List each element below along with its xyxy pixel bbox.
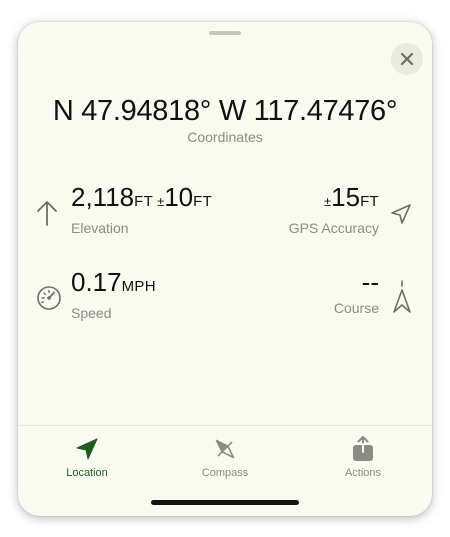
course-label: Course xyxy=(333,300,379,316)
close-icon xyxy=(400,52,414,66)
course-north-icon xyxy=(393,280,411,313)
elevation-arrow-icon xyxy=(37,201,57,226)
elevation-stat: 2,118FT ±10FT Elevation xyxy=(71,182,212,236)
location-arrow-icon xyxy=(76,438,98,460)
home-indicator[interactable] xyxy=(151,500,299,505)
tab-compass-label: Compass xyxy=(201,467,249,479)
speed-label: Speed xyxy=(71,305,112,321)
course-value: -- xyxy=(361,267,379,297)
speedometer-icon xyxy=(37,286,61,310)
tab-location[interactable]: Location xyxy=(18,436,156,479)
gps-accuracy-stat: ±15FT GPS Accuracy xyxy=(289,182,379,236)
share-icon xyxy=(353,436,373,461)
tab-actions-label: Actions xyxy=(344,467,382,479)
coordinates-value: N 47.94818° W 117.47476° xyxy=(52,95,398,127)
gps-accuracy-label: GPS Accuracy xyxy=(288,220,379,236)
elevation-label: Elevation xyxy=(71,220,129,236)
tab-location-label: Location xyxy=(66,467,108,479)
location-arrow-outline-icon xyxy=(391,204,411,224)
close-button[interactable] xyxy=(391,43,423,75)
speed-stat: 0.17MPH Speed xyxy=(71,267,156,321)
gps-accuracy-value: ±15FT xyxy=(324,182,379,212)
course-stat: -- Course xyxy=(334,267,379,316)
location-sheet: N 47.94818° W 117.47476° Coordinates 2,1… xyxy=(18,22,432,516)
elevation-value: 2,118FT ±10FT xyxy=(71,182,213,212)
sheet-grabber[interactable] xyxy=(209,31,241,35)
coordinates-label: Coordinates xyxy=(187,129,263,145)
tab-actions[interactable]: Actions xyxy=(294,436,432,479)
compass-icon xyxy=(215,439,235,459)
speed-value: 0.17MPH xyxy=(71,267,156,297)
tab-compass[interactable]: Compass xyxy=(156,436,294,479)
